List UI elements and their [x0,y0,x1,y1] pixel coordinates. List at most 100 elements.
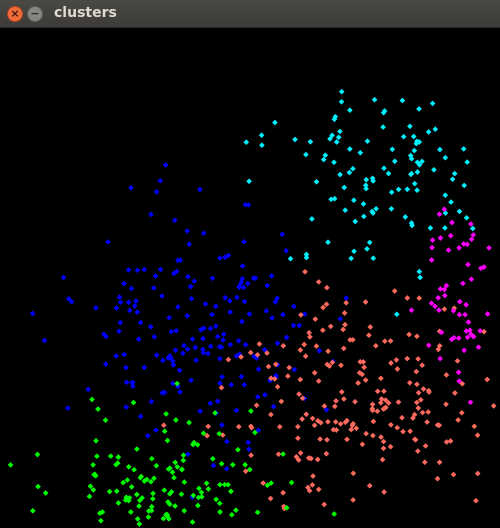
blue-point [188,295,195,302]
cyan-point [258,132,265,139]
salmon-point [443,372,450,378]
salmon-point [454,358,461,364]
salmon-point [413,368,420,375]
blue-point [192,344,199,351]
magenta-point [449,219,455,226]
blue-point [214,398,221,405]
blue-point [246,446,252,453]
salmon-point [458,409,465,416]
salmon-point [302,353,309,360]
salmon-point [253,402,260,409]
green-point [95,406,101,412]
blue-point [223,438,230,445]
salmon-point [344,436,350,443]
salmon-point [218,384,225,391]
green-point [195,502,201,509]
green-point [181,479,188,485]
magenta-point [477,327,483,334]
blue-point [131,303,138,309]
blue-point [239,318,245,325]
blue-point [222,294,229,301]
cyan-point [370,255,377,262]
blue-point [220,337,226,343]
salmon-point [309,482,316,488]
magenta-point [437,355,443,362]
salmon-point [324,284,330,291]
cyan-point [364,138,371,145]
green-point [217,481,223,488]
salmon-point [235,423,242,430]
salmon-point [434,475,441,482]
blue-point [233,407,240,414]
blue-point [228,381,235,388]
green-point [98,517,104,524]
green-point [235,446,241,453]
blue-point [148,211,154,218]
cyan-point [348,255,354,262]
cyan-point [380,124,386,130]
blue-point [270,403,277,410]
salmon-point [297,450,304,456]
magenta-point [429,244,435,251]
close-icon[interactable]: × [7,6,23,22]
green-point [29,507,36,514]
magenta-point [464,241,471,248]
blue-point [212,303,219,310]
salmon-point [381,338,388,345]
cyan-point [346,146,353,152]
green-point [127,509,134,515]
cyan-point [389,146,396,153]
minimize-icon[interactable]: − [27,6,43,22]
cyan-point [246,178,252,185]
magenta-point [467,399,474,406]
salmon-point [355,380,361,386]
salmon-point [325,418,331,425]
blue-point [200,335,206,342]
salmon-point [388,421,394,428]
salmon-point [421,459,428,466]
salmon-point [391,288,398,294]
blue-point [123,404,130,410]
blue-point [173,327,180,334]
blue-point [141,266,148,273]
magenta-point [475,344,482,351]
magenta-point [442,292,448,299]
green-point [178,491,185,498]
title-bar[interactable]: × − clusters [0,0,500,28]
cyan-point [351,248,357,255]
green-point [130,399,137,406]
salmon-point [350,497,356,503]
blue-point [153,352,160,358]
salmon-point [315,279,322,285]
blue-point [217,380,223,386]
blue-point [223,465,230,472]
cyan-point [393,311,400,318]
green-point [131,466,137,473]
cyan-point [350,197,357,204]
magenta-point [437,286,444,292]
cyan-point [402,214,409,220]
blue-point [207,343,214,350]
salmon-point [280,489,286,496]
salmon-point [160,422,167,429]
salmon-point [323,450,330,457]
cyan-point [287,255,294,262]
window-title: clusters [54,5,117,21]
salmon-point [419,362,426,369]
cyan-point [417,274,423,281]
salmon-point [311,369,318,376]
blue-point [274,340,281,347]
green-point [163,411,169,417]
cyan-point [451,170,458,177]
blue-point [217,355,223,362]
magenta-point [437,235,444,241]
cyan-point [460,146,467,152]
magenta-point [447,232,454,239]
green-point [218,460,225,467]
blue-point [209,311,215,318]
salmon-point [414,381,420,388]
blue-point [227,298,233,304]
salmon-point [341,310,348,316]
salmon-point [333,398,339,404]
green-point [181,507,188,514]
